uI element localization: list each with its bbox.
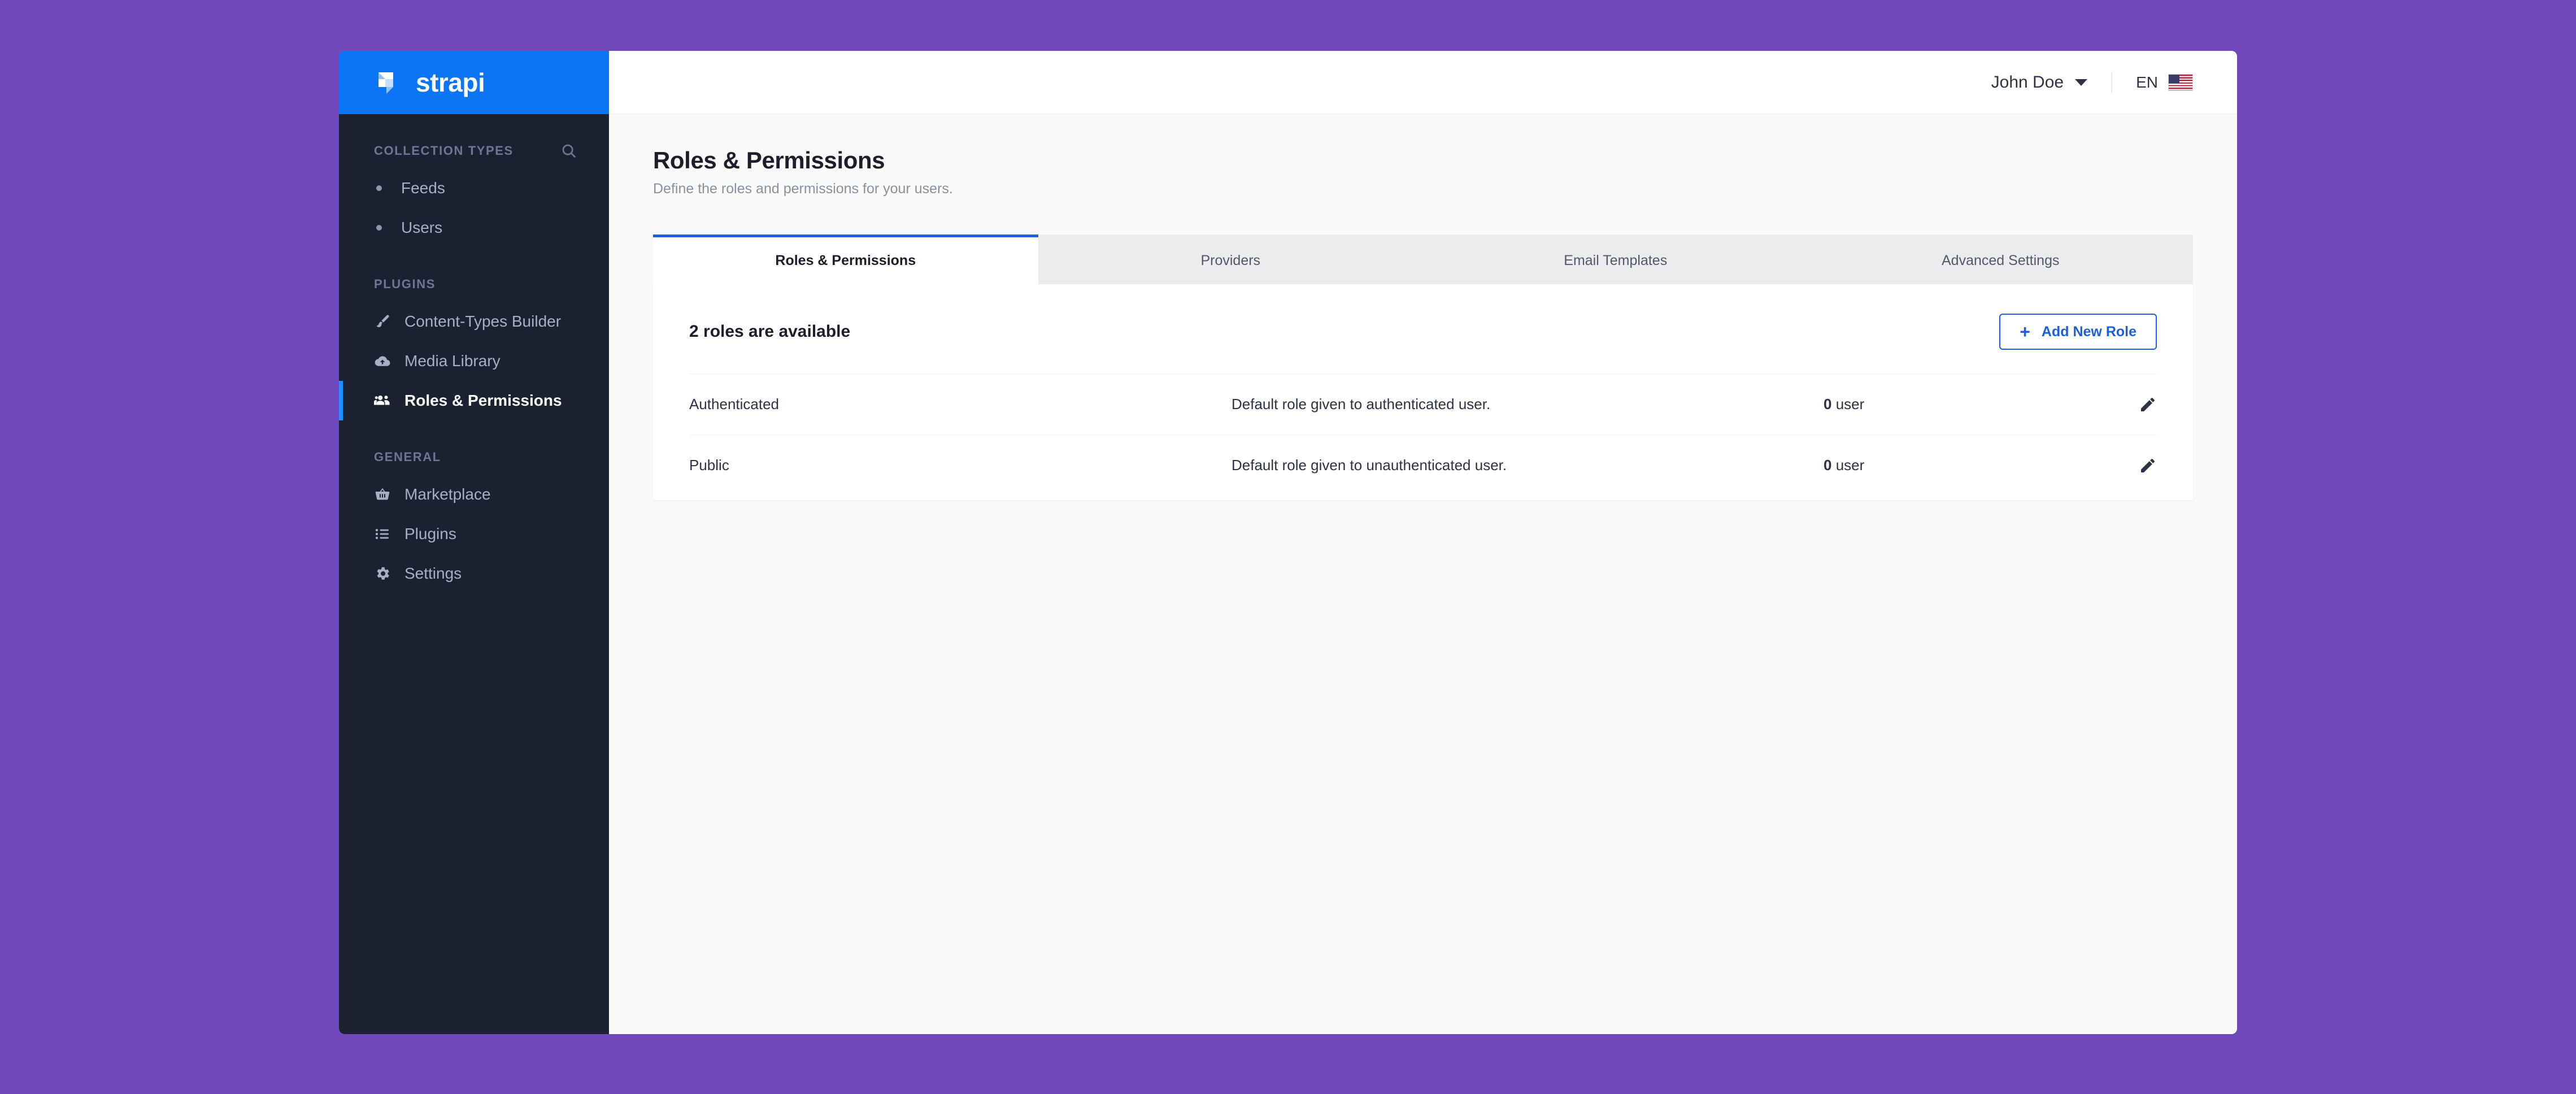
sidebar-section-title: COLLECTION TYPES: [374, 144, 514, 158]
paintbrush-icon: [374, 313, 391, 330]
edit-role-button[interactable]: [2106, 396, 2157, 414]
sidebar-item-label: Media Library: [404, 352, 501, 370]
page-subtitle: Define the roles and permissions for you…: [653, 181, 953, 197]
brand-name: strapi: [416, 68, 485, 97]
sidebar-section-title: PLUGINS: [374, 277, 436, 291]
tab-bar: Roles & Permissions Providers Email Temp…: [653, 235, 2193, 284]
role-name: Authenticated: [689, 396, 780, 413]
sidebar-section-collection-types: COLLECTION TYPES: [339, 133, 609, 168]
sidebar: strapi COLLECTION TYPES Feeds Users PLUG…: [339, 51, 609, 1034]
topbar-divider: [2111, 71, 2113, 93]
brand-logo[interactable]: strapi: [339, 51, 609, 114]
roles-panel: 2 roles are available + Add New Role Aut…: [653, 284, 2193, 500]
sidebar-item-marketplace[interactable]: Marketplace: [339, 475, 609, 514]
users-unit: user: [1835, 457, 1865, 474]
sidebar-item-users[interactable]: Users: [339, 208, 609, 248]
sidebar-item-content-types-builder[interactable]: Content-Types Builder: [339, 302, 609, 341]
bullet-icon: [376, 225, 382, 231]
content-area: Roles & Permissions Define the roles and…: [609, 114, 2237, 1034]
pencil-icon: [2139, 396, 2157, 414]
sidebar-item-label: Roles & Permissions: [404, 392, 562, 409]
sidebar-item-media-library[interactable]: Media Library: [339, 341, 609, 381]
roles-count-label: 2 roles are available: [689, 322, 851, 341]
language-label: EN: [2136, 73, 2158, 91]
shopping-basket-icon: [374, 486, 391, 503]
main-area: John Doe EN Roles & Permissions Define t…: [609, 51, 2237, 1034]
gear-icon: [374, 565, 391, 582]
sidebar-item-label: Content-Types Builder: [404, 312, 562, 330]
sidebar-item-label: Users: [401, 219, 443, 236]
strapi-logo-icon: [374, 68, 403, 97]
language-selector[interactable]: EN: [2136, 73, 2193, 92]
users-number: 0: [1824, 457, 1832, 474]
users-unit: user: [1835, 396, 1865, 413]
panel-header: 2 roles are available + Add New Role: [653, 284, 2193, 374]
sidebar-section-title: GENERAL: [374, 450, 441, 464]
tab-providers[interactable]: Providers: [1038, 235, 1423, 284]
tab-email-templates[interactable]: Email Templates: [1423, 235, 1808, 284]
role-users-count: 0 user: [1824, 396, 2106, 413]
add-new-role-label: Add New Role: [2041, 323, 2136, 340]
sidebar-item-feeds[interactable]: Feeds: [339, 168, 609, 208]
roles-table: Authenticated Default role given to auth…: [653, 374, 2193, 496]
sidebar-item-plugins[interactable]: Plugins: [339, 514, 609, 554]
sidebar-section-plugins: PLUGINS: [339, 267, 609, 302]
plus-icon: +: [2020, 322, 2030, 342]
users-number: 0: [1824, 396, 1832, 413]
pencil-icon: [2139, 457, 2157, 475]
role-description: Default role given to authenticated user…: [1232, 396, 1491, 413]
topbar: John Doe EN: [609, 51, 2237, 114]
cloud-upload-icon: [374, 353, 391, 370]
sidebar-item-label: Marketplace: [404, 485, 491, 503]
role-users-count: 0 user: [1824, 457, 2106, 474]
us-flag-icon: [2168, 73, 2193, 91]
add-new-role-button[interactable]: + Add New Role: [1999, 314, 2157, 350]
role-description: Default role given to unauthenticated us…: [1232, 457, 1507, 474]
sidebar-section-general: GENERAL: [339, 440, 609, 475]
table-row[interactable]: Authenticated Default role given to auth…: [689, 374, 2157, 435]
chevron-down-icon: [2075, 79, 2088, 86]
list-icon: [374, 526, 391, 542]
tab-roles-permissions[interactable]: Roles & Permissions: [653, 235, 1038, 284]
sidebar-item-roles-permissions[interactable]: Roles & Permissions: [339, 381, 609, 420]
sidebar-item-label: Settings: [404, 565, 462, 582]
user-name: John Doe: [1991, 72, 2064, 92]
page-title: Roles & Permissions: [653, 147, 885, 173]
sidebar-item-settings[interactable]: Settings: [339, 554, 609, 593]
sidebar-item-label: Plugins: [404, 525, 456, 542]
user-menu[interactable]: John Doe: [1991, 72, 2088, 92]
role-name: Public: [689, 457, 729, 474]
search-icon[interactable]: [560, 142, 577, 159]
tab-advanced-settings[interactable]: Advanced Settings: [1808, 235, 2193, 284]
edit-role-button[interactable]: [2106, 457, 2157, 475]
bullet-icon: [376, 185, 382, 191]
sidebar-item-label: Feeds: [401, 179, 445, 197]
table-row[interactable]: Public Default role given to unauthentic…: [689, 435, 2157, 496]
users-group-icon: [374, 392, 391, 409]
app-window: strapi COLLECTION TYPES Feeds Users PLUG…: [339, 51, 2237, 1034]
